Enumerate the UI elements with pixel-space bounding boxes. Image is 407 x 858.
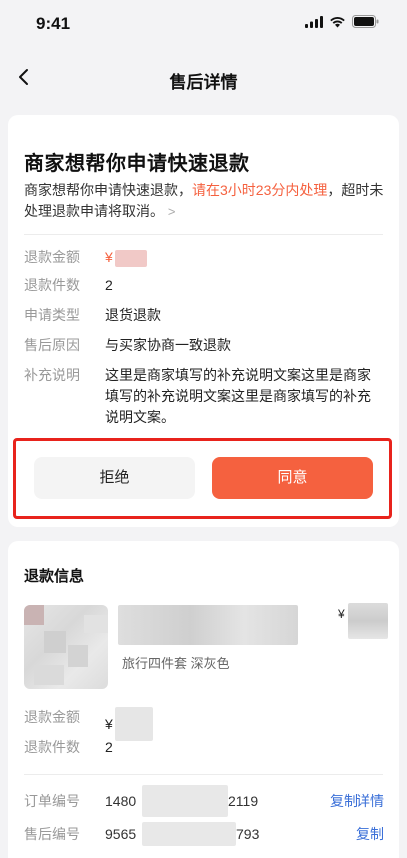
nav-bar: 售后详情 xyxy=(0,48,407,108)
divider xyxy=(24,774,383,775)
reject-button[interactable]: 拒绝 xyxy=(34,457,195,499)
remark-value: 这里是商家填写的补充说明文案这里是商家填写的补充说明文案这里是商家填写的补充说明… xyxy=(105,367,371,425)
remark-label: 补充说明 xyxy=(24,367,80,383)
reason-label: 售后原因 xyxy=(24,337,80,353)
apply-type-value: 退货退款 xyxy=(105,307,161,323)
copy-aftersale-number-link[interactable]: 复制 xyxy=(356,824,384,844)
info-currency-symbol: ¥ xyxy=(105,716,113,732)
refund-count-label: 退款件数 xyxy=(24,277,80,293)
aftersale-number-suffix: 793 xyxy=(236,826,260,842)
blurred-info-amount xyxy=(114,707,153,741)
quick-refund-card: 商家想帮你申请快速退款 商家想帮你申请快速退款，请在3小时23分内处理，超时未处… xyxy=(8,115,399,527)
refund-count-value: 2 xyxy=(105,277,113,293)
divider xyxy=(24,234,383,235)
blurred-aftersale-number xyxy=(142,822,236,846)
product-image[interactable] xyxy=(24,605,108,689)
chevron-right-icon: > xyxy=(167,204,176,219)
status-icons xyxy=(305,15,379,28)
status-time: 9:41 xyxy=(36,14,71,33)
info-refund-amount-value: ¥ xyxy=(105,707,381,741)
blurred-product-name xyxy=(118,605,298,645)
agree-button[interactable]: 同意 xyxy=(212,457,373,499)
apply-type-label: 申请类型 xyxy=(24,307,80,323)
blurred-order-number xyxy=(142,785,228,817)
signal-icon xyxy=(305,15,323,28)
order-number-prefix: 1480 xyxy=(105,793,137,809)
notice-description[interactable]: 商家想帮你申请快速退款，请在3小时23分内处理，超时未处理退款申请将取消。 > xyxy=(24,180,384,222)
notice-deadline: 请在3小时23分内处理 xyxy=(192,182,328,198)
status-bar: 9:41 xyxy=(0,0,407,48)
blurred-product-price xyxy=(348,603,388,639)
order-number-suffix: 2119 xyxy=(228,793,259,809)
notice-title: 商家想帮你申请快速退款 xyxy=(24,153,250,175)
blurred-amount xyxy=(114,249,147,267)
notice-desc-prefix: 商家想帮你申请快速退款， xyxy=(24,182,192,198)
order-number-label: 订单编号 xyxy=(24,793,80,809)
aftersale-number-prefix: 9565 xyxy=(105,826,137,842)
page-title: 售后详情 xyxy=(169,73,238,92)
battery-icon xyxy=(352,15,379,28)
info-refund-count-label: 退款件数 xyxy=(24,739,80,755)
info-refund-count-value: 2 xyxy=(105,739,113,755)
info-refund-amount-label: 退款金额 xyxy=(24,709,80,725)
aftersale-number-label: 售后编号 xyxy=(24,826,80,842)
currency-symbol: ¥ xyxy=(105,249,113,265)
product-sku: 旅行四件套 深灰色 xyxy=(122,656,230,671)
product-price-currency: ¥ xyxy=(338,607,345,621)
section-title: 退款信息 xyxy=(24,568,85,585)
order-detail-link[interactable]: 详情 xyxy=(356,791,384,811)
refund-amount-value: ¥ xyxy=(105,247,381,268)
reason-value: 与买家协商一致退款 xyxy=(105,337,231,353)
refund-amount-label: 退款金额 xyxy=(24,249,80,265)
copy-order-number-link[interactable]: 复制 xyxy=(330,791,358,811)
wifi-icon xyxy=(330,16,345,27)
refund-info-card: 退款信息 ¥ 旅行四件套 深灰色 退款金额 ¥ 退款件数 2 订单编号 1480… xyxy=(8,541,399,858)
